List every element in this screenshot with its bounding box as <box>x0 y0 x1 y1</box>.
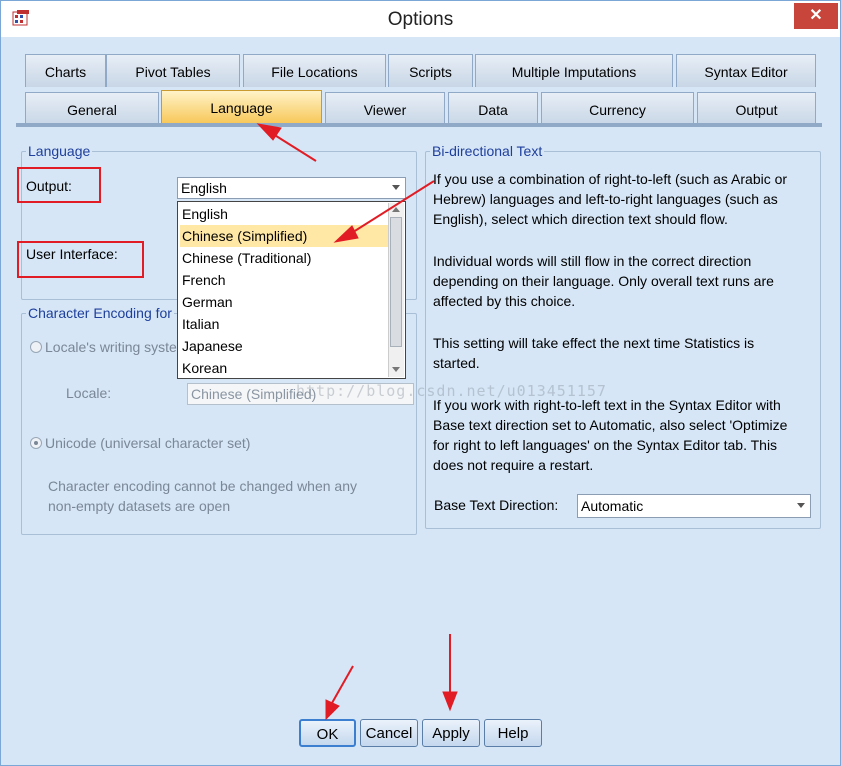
encoding-note-line2: non-empty datasets are open <box>48 498 231 514</box>
bidi-paragraph-3: This setting will take effect the next t… <box>433 335 755 371</box>
apply-button[interactable]: Apply <box>422 719 480 747</box>
annotation-box-user-interface <box>17 241 144 278</box>
tab-output[interactable]: Output <box>697 92 816 125</box>
bidi-paragraph-1: If you use a combination of right-to-lef… <box>433 171 788 227</box>
tab-charts[interactable]: Charts <box>25 54 106 87</box>
watermark: http://blog.csdn.net/u013451157 <box>296 382 607 400</box>
tab-file-locations[interactable]: File Locations <box>243 54 386 87</box>
unicode-radio[interactable] <box>30 437 42 449</box>
tab-syntax-editor[interactable]: Syntax Editor <box>676 54 816 87</box>
list-item[interactable]: Korean <box>180 357 390 379</box>
tab-pivot-tables[interactable]: Pivot Tables <box>106 54 240 87</box>
locale-radio-label: Locale's writing syste <box>45 339 177 355</box>
output-language-select[interactable]: English <box>177 177 406 199</box>
base-text-direction-label: Base Text Direction: <box>434 497 559 513</box>
language-dropdown-list[interactable]: English Chinese (Simplified) Chinese (Tr… <box>177 201 406 379</box>
tab-currency[interactable]: Currency <box>541 92 694 125</box>
title-bar: Options ✕ <box>1 1 840 37</box>
close-icon: ✕ <box>809 7 823 24</box>
locale-label: Locale: <box>66 385 112 401</box>
encoding-note-line1: Character encoding cannot be changed whe… <box>48 478 357 494</box>
dropdown-scrollbar[interactable] <box>388 203 404 377</box>
tab-language[interactable]: Language <box>161 90 322 126</box>
chevron-down-icon <box>797 503 805 508</box>
tab-scripts[interactable]: Scripts <box>388 54 473 87</box>
locale-radio[interactable] <box>30 341 42 353</box>
base-text-direction-select[interactable]: Automatic <box>577 494 811 518</box>
tab-data[interactable]: Data <box>448 92 538 125</box>
tab-general[interactable]: General <box>25 92 159 125</box>
bidi-legend: Bi-directional Text <box>432 143 543 159</box>
scroll-thumb[interactable] <box>390 217 402 347</box>
scroll-down-icon[interactable] <box>392 367 400 372</box>
bidi-paragraph-4: If you work with right-to-left text in t… <box>433 397 788 473</box>
list-item-selected[interactable]: Chinese (Simplified) <box>180 225 390 247</box>
help-button[interactable]: Help <box>484 719 542 747</box>
scroll-up-icon[interactable] <box>392 207 400 212</box>
unicode-radio-label: Unicode (universal character set) <box>45 435 251 451</box>
cancel-button[interactable]: Cancel <box>360 719 418 747</box>
list-item[interactable]: English <box>180 203 390 225</box>
dialog-title: Options <box>387 9 454 30</box>
list-item[interactable]: Chinese (Traditional) <box>180 247 390 269</box>
language-legend: Language <box>28 143 91 159</box>
tab-multiple-imputations[interactable]: Multiple Imputations <box>475 54 673 87</box>
tab-underline <box>16 123 822 127</box>
bidi-paragraph-2: Individual words will still flow in the … <box>433 253 774 309</box>
list-item[interactable]: Italian <box>180 313 390 335</box>
ok-button[interactable]: OK <box>299 719 356 747</box>
chevron-down-icon <box>392 185 400 190</box>
tab-viewer[interactable]: Viewer <box>325 92 445 125</box>
encoding-legend: Character Encoding for <box>28 305 172 321</box>
list-item[interactable]: German <box>180 291 390 313</box>
close-button[interactable]: ✕ <box>794 3 838 29</box>
list-item[interactable]: French <box>180 269 390 291</box>
annotation-box-output <box>17 167 101 203</box>
list-item[interactable]: Japanese <box>180 335 390 357</box>
